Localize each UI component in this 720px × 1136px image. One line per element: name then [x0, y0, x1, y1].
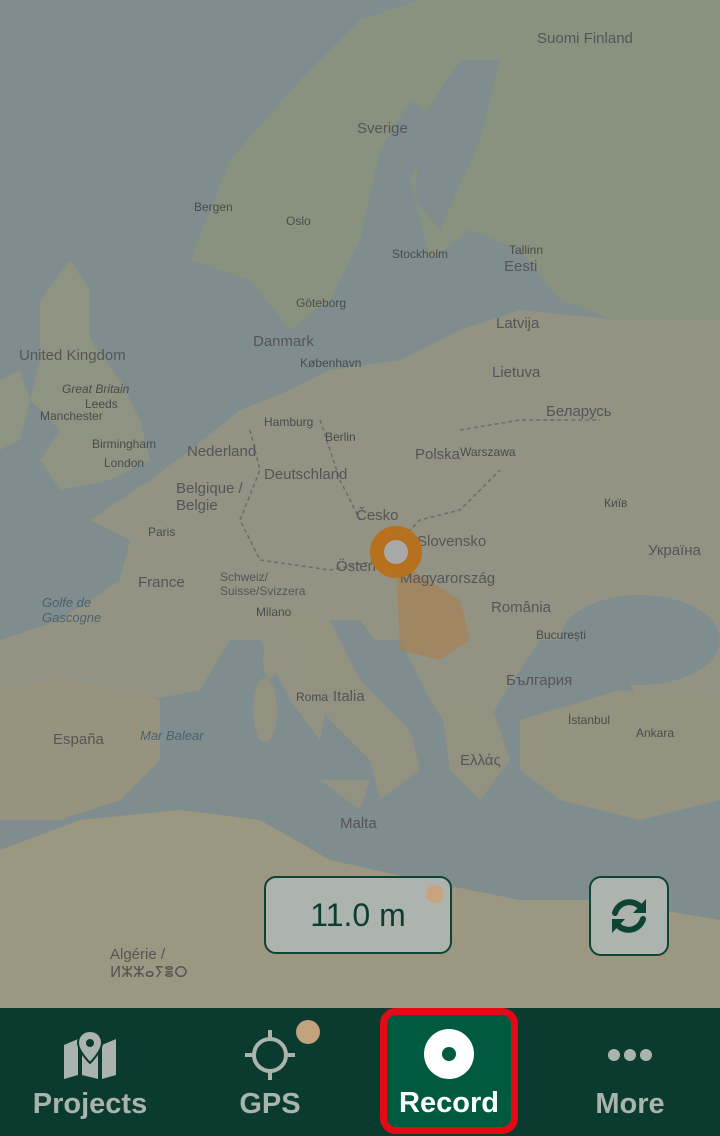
- map-label-romania: România: [491, 599, 552, 616]
- location-pin-center: [384, 540, 408, 564]
- map-label-suomi: Suomi Finland: [537, 30, 633, 47]
- map-label-ellada: Ελλάς: [460, 752, 501, 769]
- map-label-berlin: Berlin: [325, 430, 356, 444]
- map-label-paris: Paris: [148, 525, 176, 539]
- sync-button[interactable]: [589, 876, 669, 956]
- map-label-birmingham: Birmingham: [92, 437, 157, 451]
- nav-more-label: More: [595, 1088, 665, 1120]
- map-label-hamburg: Hamburg: [264, 415, 314, 429]
- nav-projects[interactable]: Projects: [0, 1008, 180, 1136]
- nav-more[interactable]: More: [540, 1008, 720, 1136]
- map-label-france: France: [138, 574, 185, 591]
- sync-icon: [612, 899, 646, 933]
- map-label-nederland: Nederland: [187, 443, 257, 460]
- map-label-stockholm: Stockholm: [392, 247, 449, 261]
- map-label-ukraina: Україна: [648, 542, 701, 559]
- map-label-goteborg: Göteborg: [296, 296, 347, 310]
- map-label-great-britain: Great Britain: [62, 382, 130, 396]
- map-label-schweiz: Schweiz/ Suisse/Svizzera: [220, 570, 306, 598]
- map-label-milano: Milano: [256, 605, 292, 619]
- map-label-ankara: Ankara: [636, 726, 675, 740]
- map-label-espana: España: [53, 731, 104, 748]
- map-label-belarus: Беларусь: [546, 403, 612, 420]
- gps-accuracy-chip[interactable]: 11.0 m: [264, 876, 452, 954]
- map-label-sverige: Sverige: [357, 120, 408, 137]
- map-view[interactable]: Suomi Finland Sverige Oslo Bergen Stockh…: [0, 0, 720, 1008]
- map-label-polska: Polska: [415, 446, 461, 463]
- map-label-danmark: Danmark: [253, 333, 314, 350]
- map-label-magyarorszag: Magyarország: [400, 570, 496, 587]
- map-label-lietuva: Lietuva: [492, 364, 541, 381]
- map-label-slovensko: Slovensko: [417, 533, 487, 550]
- map-label-latvija: Latvija: [496, 315, 540, 332]
- map-label-kobenhavn: København: [300, 356, 362, 370]
- nav-gps[interactable]: GPS: [180, 1008, 360, 1136]
- record-button[interactable]: Record: [380, 1008, 518, 1134]
- bottom-navigation: Projects GPS More: [0, 1008, 720, 1136]
- map-label-tallinn: Tallinn: [509, 243, 544, 257]
- map-label-warszawa: Warszawa: [460, 445, 516, 459]
- map-label-roma: Roma: [296, 690, 329, 704]
- crosshair-icon: [245, 1030, 295, 1080]
- gps-status-badge: [296, 1020, 320, 1044]
- map-label-leeds: Leeds: [85, 397, 118, 411]
- record-icon: [424, 1029, 474, 1079]
- map-label-deutschland: Deutschland: [264, 466, 348, 483]
- map-label-london: London: [104, 456, 145, 470]
- map-label-algeria: Algérie / ⵍⵣⵣⴰⵢⴻⵔ: [110, 946, 188, 981]
- map-label-kyiv: Київ: [604, 496, 628, 510]
- map-label-mar-balear: Mar Balear: [140, 728, 204, 743]
- map-label-uk: United Kingdom: [19, 347, 126, 364]
- gps-accuracy-value: 11.0 m: [310, 896, 406, 933]
- map-label-bergen: Bergen: [194, 200, 233, 214]
- map-label-bulgaria: България: [506, 672, 573, 689]
- map-label-golfe: Golfe de Gascogne: [42, 595, 102, 625]
- nav-projects-label: Projects: [32, 1088, 148, 1120]
- map-icon: [64, 1031, 116, 1079]
- map-label-italia: Italia: [333, 688, 365, 705]
- map-label-oslo: Oslo: [286, 214, 311, 228]
- location-pin-icon[interactable]: [370, 526, 422, 578]
- map-label-manchester: Manchester: [40, 409, 103, 423]
- map-label-belgique: Belgique / Belgie: [176, 480, 243, 514]
- map-label-malta: Malta: [340, 815, 377, 832]
- gps-status-dot: [426, 885, 444, 903]
- map-label-istanbul: İstanbul: [568, 713, 611, 727]
- more-dots-icon: [608, 1049, 652, 1061]
- map-label-cesko: Česko: [356, 507, 399, 524]
- map-label-eesti: Eesti: [504, 258, 538, 275]
- map-label-bucuresti: București: [536, 628, 587, 642]
- nav-record-label: Record: [399, 1087, 499, 1119]
- nav-gps-label: GPS: [239, 1088, 301, 1120]
